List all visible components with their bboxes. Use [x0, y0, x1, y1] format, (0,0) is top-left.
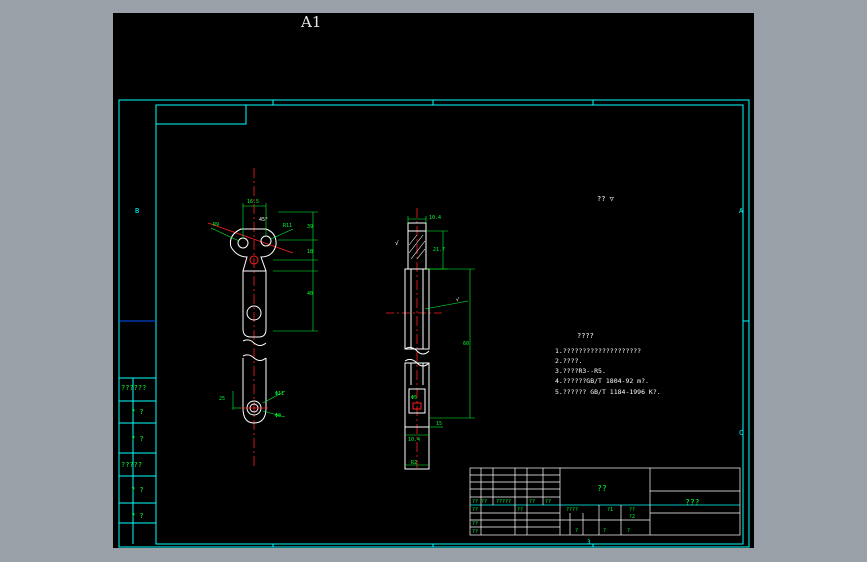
side-view: 10.4 21.7 60 15 10.4 Φ5 R2 √ √	[386, 208, 475, 470]
dim-label: 10.4	[408, 437, 420, 443]
title-cell: ?1	[607, 507, 613, 513]
title-row-label: ??	[529, 499, 535, 505]
roughness-symbol-icon: √	[456, 297, 459, 303]
title-row-label: ??	[472, 521, 478, 527]
drawing-number: ???	[685, 498, 700, 507]
dim-label: Φ5	[411, 395, 417, 401]
front-view: 16.5 R9 R11 39 18 40 25 Φ11 Φ8 45°	[207, 168, 318, 468]
dim-label: 18	[307, 249, 313, 255]
title-row-label: ??	[472, 529, 478, 535]
dim-label: 25	[219, 396, 225, 402]
outer-frame	[118, 99, 750, 548]
dim-label: Φ11	[275, 391, 284, 397]
dim-label: 45°	[259, 217, 268, 223]
zone-label-bottom: 3	[587, 539, 591, 546]
dim-label: 21.7	[433, 247, 445, 253]
cad-drawing-canvas[interactable]: A1 B A C 3 ?????? ? ? ? ? ????? ? ? ? ? …	[113, 13, 754, 548]
title-cell: ?	[603, 528, 606, 534]
dim-label: 40	[307, 291, 313, 297]
tech-item: 3.????R3--R5.	[555, 367, 606, 375]
left-strip-label: ? ?	[131, 512, 144, 520]
title-row-label: ??	[517, 507, 523, 513]
left-strip-label: ? ?	[131, 435, 144, 443]
left-strip-label: ? ?	[131, 408, 144, 416]
dim-label: R11	[283, 223, 292, 229]
tech-requirements: ???? 1.???????????????????? 2.????. 3.??…	[555, 332, 661, 396]
dim-label: R9	[213, 222, 219, 228]
title-row-label: ?????	[496, 499, 511, 505]
tech-heading: ????	[577, 332, 594, 340]
dim-label: Φ8	[275, 413, 281, 419]
tech-item: 5.?????? GB/T 1184-1996 K?.	[555, 388, 661, 396]
title-cell: ?2	[629, 514, 635, 520]
dim-label: 39	[307, 224, 313, 230]
title-cell: ?	[627, 528, 630, 534]
roughness-mark: ?? ▽	[597, 195, 615, 203]
title-row-label: ??	[472, 507, 478, 513]
zone-label-right-low: C	[739, 429, 743, 437]
title-row-label: ??	[545, 499, 551, 505]
title-cell: ??	[629, 507, 635, 513]
zone-label-left: B	[135, 207, 139, 215]
top-left-box	[156, 105, 247, 125]
title-row-label: ?? ??	[472, 499, 487, 505]
dim-label: R2	[411, 460, 417, 466]
left-strip-label: ? ?	[131, 486, 144, 494]
roughness-symbol-icon: √	[395, 240, 399, 247]
dim-label: 10.4	[429, 215, 441, 221]
left-strip-label: ??????	[121, 384, 146, 392]
left-strip-label: ?????	[121, 461, 142, 469]
tech-item: 1.????????????????????	[555, 347, 641, 355]
drawing-svg: B A C 3 ?????? ? ? ? ? ????? ? ? ? ? 16.…	[118, 99, 750, 548]
title-cell: ????	[566, 507, 578, 513]
title-cell: ?	[575, 528, 578, 534]
dim-label: 16.5	[247, 199, 259, 205]
dim-label: 60	[463, 341, 469, 347]
tech-item: 4.??????GB/T 1804-92 m?.	[555, 377, 649, 385]
part-name: ??	[597, 484, 607, 493]
tech-item: 2.????.	[555, 357, 582, 365]
inner-frame	[155, 104, 744, 545]
dim-label: 15	[436, 421, 442, 427]
